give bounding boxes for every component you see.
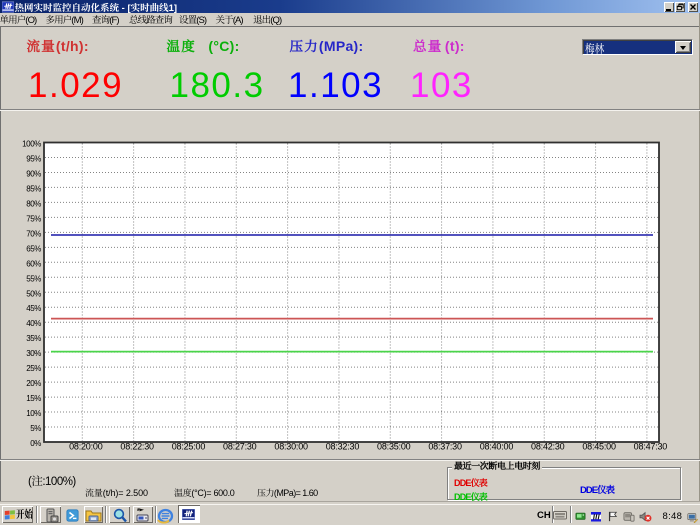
svg-text:55%: 55% (26, 274, 41, 283)
svg-text:08:40:00: 08:40:00 (480, 442, 514, 452)
svg-text:08:37:30: 08:37:30 (428, 442, 462, 452)
svg-text:65%: 65% (26, 244, 41, 253)
svg-text:08:32:30: 08:32:30 (326, 442, 360, 452)
svg-text:25%: 25% (26, 364, 41, 373)
svg-text:45%: 45% (26, 304, 41, 313)
svg-text:08:27:30: 08:27:30 (223, 442, 257, 452)
svg-text:5%: 5% (30, 424, 41, 433)
svg-text:95%: 95% (26, 154, 41, 163)
svg-text:90%: 90% (26, 169, 41, 178)
svg-text:40%: 40% (26, 319, 41, 328)
svg-text:100%: 100% (22, 140, 41, 149)
svg-text:20%: 20% (26, 379, 41, 388)
svg-text:60%: 60% (26, 259, 41, 268)
svg-text:50%: 50% (26, 289, 41, 298)
svg-text:35%: 35% (26, 334, 41, 343)
svg-text:85%: 85% (26, 184, 41, 193)
svg-text:08:45:00: 08:45:00 (582, 442, 616, 452)
svg-text:75%: 75% (26, 214, 41, 223)
svg-text:08:30:00: 08:30:00 (274, 442, 308, 452)
svg-text:08:47:30: 08:47:30 (634, 442, 668, 452)
svg-text:70%: 70% (26, 229, 41, 238)
svg-text:10%: 10% (26, 409, 41, 418)
svg-text:08:35:00: 08:35:00 (377, 442, 411, 452)
svg-text:08:25:00: 08:25:00 (172, 442, 206, 452)
svg-text:08:22:30: 08:22:30 (120, 442, 154, 452)
svg-text:30%: 30% (26, 349, 41, 358)
svg-text:08:20:00: 08:20:00 (69, 442, 103, 452)
svg-text:80%: 80% (26, 199, 41, 208)
svg-text:15%: 15% (26, 394, 41, 403)
svg-text:08:42:30: 08:42:30 (531, 442, 565, 452)
svg-text:0%: 0% (30, 439, 41, 448)
